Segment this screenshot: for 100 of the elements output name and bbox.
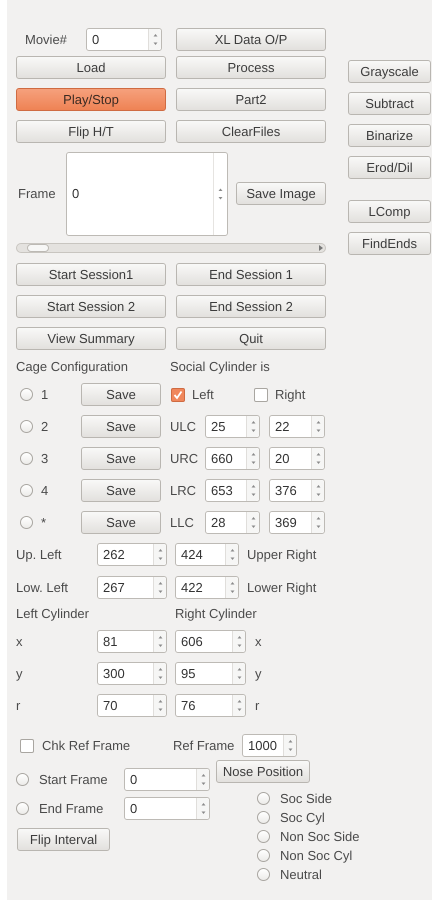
corner-label: LLC [170,514,195,532]
spin-box[interactable]: 22 [269,415,325,438]
save-button[interactable]: Save [81,447,161,470]
action-button[interactable]: Play/Stop [16,88,166,111]
spin-box[interactable]: 262 [97,543,167,566]
field-label: r [16,696,22,715]
radio-button[interactable] [20,420,33,433]
spin-box[interactable]: 300 [97,662,167,685]
spin-box[interactable]: 95 [175,662,246,685]
section-title: Left Cylinder [16,605,90,624]
option-label: 1 [41,386,50,404]
radio-label: Neutral [280,866,322,884]
spin-box[interactable]: 0 [124,797,210,820]
session-button[interactable]: Start Session1 [16,263,166,286]
spin-box[interactable]: 0 [86,28,162,51]
filter-button[interactable]: Binarize [348,124,431,147]
field-label: r [255,696,260,715]
radio-button[interactable] [20,484,33,497]
corner-label: URC [170,450,200,468]
right-arrow-icon[interactable] [319,245,323,251]
radio-button[interactable] [257,811,270,824]
nose-position-button[interactable]: Nose Position [216,760,310,783]
checkbox[interactable] [20,738,34,752]
session-button[interactable]: Start Session 2 [16,295,166,318]
radio-label: End Frame [39,800,104,818]
field-label: y [255,664,262,683]
corner-label: LRC [170,482,198,500]
spin-box[interactable]: 369 [269,511,325,534]
session-button[interactable]: End Session 1 [176,263,326,286]
spin-box[interactable]: 76 [175,694,246,717]
field-label: Upper Right [247,546,316,564]
save-image-button[interactable]: Save Image [236,182,326,205]
frame-text-area[interactable]: 0 [66,152,228,236]
radio-button[interactable] [20,516,33,529]
filter-button[interactable]: Grayscale [348,60,431,83]
spin-box[interactable]: 1000 [242,734,297,757]
save-button[interactable]: Save [81,383,161,406]
checkbox[interactable] [254,388,268,402]
radio-button[interactable] [257,849,270,862]
field-label: Ref Frame [173,736,236,755]
spin-box[interactable]: 25 [205,415,260,438]
spin-box[interactable]: 606 [175,630,246,653]
horizontal-scrollbar[interactable] [16,243,326,253]
spin-box[interactable]: 81 [97,630,167,653]
checkbox[interactable] [171,388,185,402]
session-button[interactable]: End Session 2 [176,295,326,318]
xl-data-button[interactable]: XL Data O/P [176,28,326,50]
radio-label: Soc Side [280,790,332,808]
filter-button[interactable]: Subtract [348,92,431,115]
radio-label: Non Soc Cyl [280,846,352,865]
scrollbar-thumb[interactable] [27,244,49,252]
spin-box[interactable]: 20 [269,447,325,470]
action-button[interactable]: Process [176,56,326,79]
field-label: Lower Right [247,578,316,597]
option-label: 3 [41,450,50,468]
action-button[interactable]: Flip H/T [16,120,166,143]
spin-box[interactable]: 422 [175,576,239,599]
radio-button[interactable] [257,868,270,881]
spin-box[interactable]: 660 [205,447,260,470]
action-button[interactable]: Load [16,56,166,79]
save-button[interactable]: Save [81,511,161,534]
spin-box[interactable]: 0 [124,768,210,791]
field-label: Low. Left [16,578,70,597]
spin-box[interactable]: 653 [205,479,260,502]
radio-button[interactable] [20,452,33,465]
spin-box[interactable]: 267 [97,576,167,599]
field-label: Movie# [25,30,68,49]
radio-label: Non Soc Side [280,828,360,846]
section-title: Right Cylinder [175,605,257,624]
spin-box[interactable]: 70 [97,694,167,717]
option-label: * [41,514,48,532]
radio-button[interactable] [16,773,29,786]
spin-box[interactable]: 376 [269,479,325,502]
session-button[interactable]: View Summary [16,327,166,350]
flip-interval-button[interactable]: Flip Interval [17,828,110,851]
radio-button[interactable] [16,802,29,815]
save-button[interactable]: Save [81,415,161,438]
action-button[interactable]: ClearFiles [176,120,326,143]
radio-button[interactable] [257,830,270,843]
checkbox-label: Left [192,386,214,404]
radio-label: Soc Cyl [280,808,325,827]
save-button[interactable]: Save [81,479,161,502]
field-label: Frame [18,185,57,204]
section-title: Cage Configuration [16,358,130,376]
option-label: 4 [41,482,50,500]
radio-button[interactable] [257,792,270,805]
radio-label: Start Frame [39,770,109,789]
action-button[interactable]: Part2 [176,88,326,111]
field-label: x [16,632,24,651]
radio-button[interactable] [20,388,33,401]
filter-button[interactable]: FindEnds [348,232,431,255]
checkbox-label: Chk Ref Frame [42,736,132,755]
corner-label: ULC [170,418,198,436]
option-label: 2 [41,418,50,436]
spin-box[interactable]: 424 [175,543,239,566]
spin-box[interactable]: 28 [205,511,260,534]
filter-button[interactable]: LComp [348,200,431,223]
session-button[interactable]: Quit [176,327,326,350]
filter-button[interactable]: Erod/Dil [348,156,431,179]
field-label: Up. Left [16,546,63,564]
